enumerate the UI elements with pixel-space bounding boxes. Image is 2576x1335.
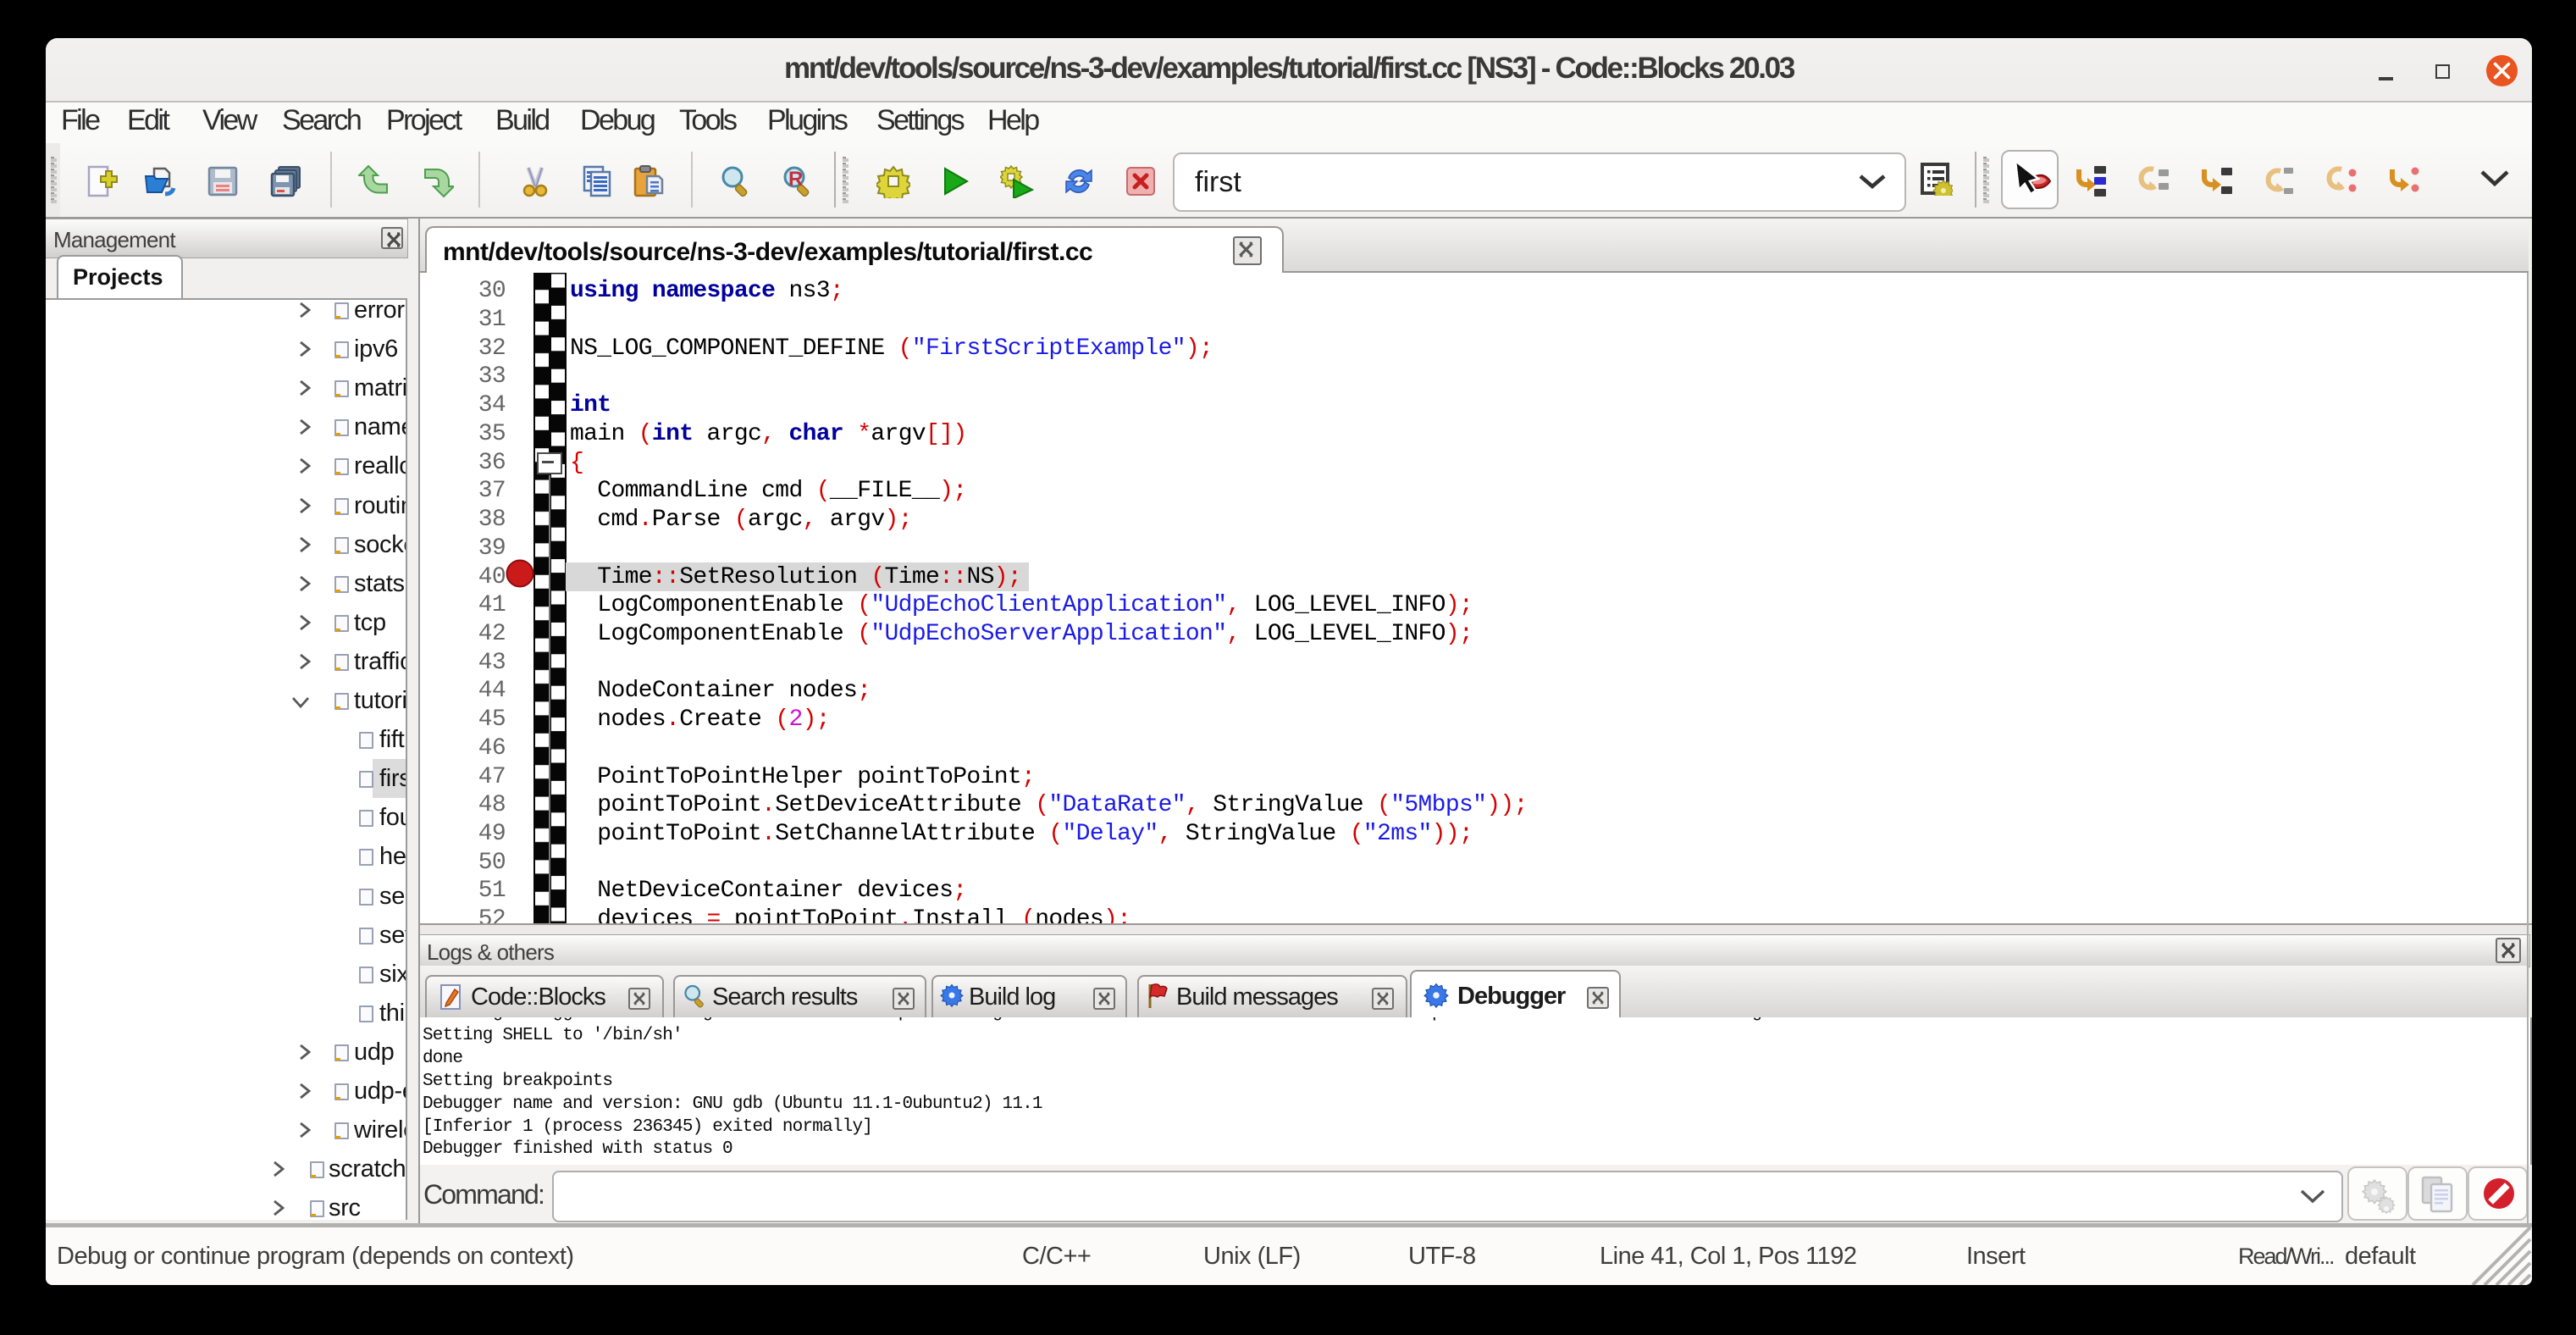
svg-text:R: R: [788, 168, 803, 191]
